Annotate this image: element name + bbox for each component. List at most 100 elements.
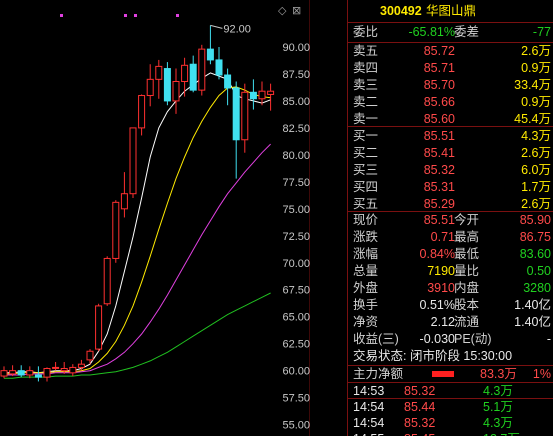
y-tick-label: 77.50 xyxy=(282,177,310,189)
quote-panel: 300492 华图山鼎 委比 -65.81% 委差 -77 卖五 85.72 2.6… xyxy=(348,0,553,436)
candle xyxy=(155,65,163,80)
candle xyxy=(138,95,146,129)
stat-row: 总量 7190 量比 0.50 xyxy=(348,263,553,280)
main-flow-pct: 1% xyxy=(532,367,551,381)
stat-label: 股本 xyxy=(454,298,480,312)
stat-label: 总量 xyxy=(353,264,379,278)
trade-status: 交易状态: 闭市阶段 15:30:00 xyxy=(348,348,553,365)
bid-volume: 2.6万 xyxy=(521,146,551,160)
stat-row: 换手 0.51% 股本 1.40亿 xyxy=(348,297,553,314)
ask-row: 卖五 85.72 2.6万 xyxy=(348,43,553,60)
candle xyxy=(103,257,111,305)
kline-chart[interactable]: 90.00 87.50 85.00 82.50 80.00 77.50 75.00 72.50… xyxy=(0,0,310,436)
main-flow-row: 主力净额 83.3万 1% xyxy=(348,366,553,383)
candle xyxy=(146,78,154,97)
stat-label: 今开 xyxy=(454,213,480,227)
stat-value: 7190 xyxy=(427,264,455,278)
stat-row: 净资 2.12 流通 1.40亿 xyxy=(348,314,553,331)
bid-label: 买一 xyxy=(353,129,379,143)
stat-row: 外盘 3910 内盘 3280 xyxy=(348,280,553,297)
ask-row: 卖四 85.71 0.9万 xyxy=(348,60,553,77)
tick-volume: 4.3万 xyxy=(483,384,513,398)
candle xyxy=(215,59,223,76)
tick-price: 85.45 xyxy=(404,431,435,436)
stat-label: PE(动) xyxy=(454,332,492,346)
candle xyxy=(120,193,128,210)
ask-label: 卖五 xyxy=(353,44,379,58)
y-tick-label: 57.50 xyxy=(282,393,310,405)
bid-price: 85.51 xyxy=(423,129,455,143)
stat-value: 0.71 xyxy=(430,230,455,244)
tick-volume: 5.1万 xyxy=(483,400,513,414)
stat-value: 86.75 xyxy=(519,230,551,244)
ask-price: 85.71 xyxy=(423,61,455,75)
marker xyxy=(134,14,137,17)
y-tick-label: 85.00 xyxy=(282,96,310,108)
ask-price: 85.70 xyxy=(423,78,455,92)
weicha-value: -77 xyxy=(532,25,551,39)
stat-value: 85.51 xyxy=(423,213,455,227)
candle xyxy=(241,91,249,141)
close-icon[interactable]: ⊠ xyxy=(292,4,301,17)
candle xyxy=(232,87,240,141)
candle xyxy=(43,368,51,378)
ask-price: 85.66 xyxy=(423,95,455,109)
y-tick-label: 70.00 xyxy=(282,258,310,270)
bid-price: 85.41 xyxy=(423,146,455,160)
y-tick-label: 90.00 xyxy=(282,42,310,54)
stat-row: 涨幅 0.84% 最低 83.60 xyxy=(348,246,553,263)
ask-row: 卖三 85.70 33.4万 xyxy=(348,77,553,94)
stat-value: - xyxy=(546,332,551,346)
bid-volume: 6.0万 xyxy=(521,163,551,177)
tick-price: 85.32 xyxy=(404,384,436,398)
stat-value: 0.51% xyxy=(419,298,455,312)
tick-price: 85.44 xyxy=(404,400,436,414)
stat-label: 净资 xyxy=(353,315,379,329)
diamond-icon[interactable]: ◇ xyxy=(278,4,286,17)
ma-line xyxy=(4,292,271,379)
candle xyxy=(258,90,266,100)
ask-price: 85.72 xyxy=(423,44,455,58)
y-tick-label: 87.50 xyxy=(282,69,310,81)
tick-row: 14:55 85.45 12.7万 xyxy=(348,431,553,436)
ask-row: 卖二 85.66 0.9万 xyxy=(348,94,553,111)
candle xyxy=(249,91,257,100)
bid-label: 买二 xyxy=(353,146,379,160)
stat-value: 3910 xyxy=(427,281,455,295)
divider xyxy=(348,126,553,127)
stat-label: 现价 xyxy=(353,213,379,227)
candle xyxy=(60,368,68,372)
stock-code: 300492 xyxy=(380,4,422,18)
tick-time: 14:54 xyxy=(353,400,385,414)
stock-header: 300492 华图山鼎 xyxy=(348,3,553,20)
stat-label: 收益(三) xyxy=(353,332,399,346)
candle xyxy=(26,370,34,376)
stock-name: 华图山鼎 xyxy=(426,4,477,18)
candle xyxy=(34,374,42,378)
y-tick-label: 60.00 xyxy=(282,366,310,378)
marker xyxy=(124,14,127,17)
ma-line xyxy=(4,86,271,375)
bid-row: 买二 85.41 2.6万 xyxy=(348,145,553,162)
ma-line xyxy=(4,143,271,376)
tick-time: 14:53 xyxy=(353,384,385,398)
stat-label: 换手 xyxy=(353,298,379,312)
stat-value: 0.84% xyxy=(419,247,455,261)
candle xyxy=(69,366,77,374)
ask-volume: 0.9万 xyxy=(521,95,551,109)
candle xyxy=(206,48,214,61)
bid-row: 买四 85.31 1.7万 xyxy=(348,179,553,196)
kline-chart-area[interactable]: 90.00 87.50 85.00 82.50 80.00 77.50 75.00 72.50… xyxy=(0,0,310,436)
ask-label: 卖三 xyxy=(353,78,379,92)
y-tick-label: 80.00 xyxy=(282,150,310,162)
stat-row: 现价 85.51 今开 85.90 xyxy=(348,212,553,229)
bid-price: 85.31 xyxy=(423,180,455,194)
stat-row: 涨跌 0.71 最高 86.75 xyxy=(348,229,553,246)
candle xyxy=(224,74,232,89)
bid-volume: 4.3万 xyxy=(521,129,551,143)
stat-value: 2.12 xyxy=(430,315,455,329)
stat-value: 1.40亿 xyxy=(514,298,551,312)
weibi-label: 委比 xyxy=(353,25,379,39)
candle xyxy=(95,305,103,350)
y-tick-label: 75.00 xyxy=(282,204,310,216)
